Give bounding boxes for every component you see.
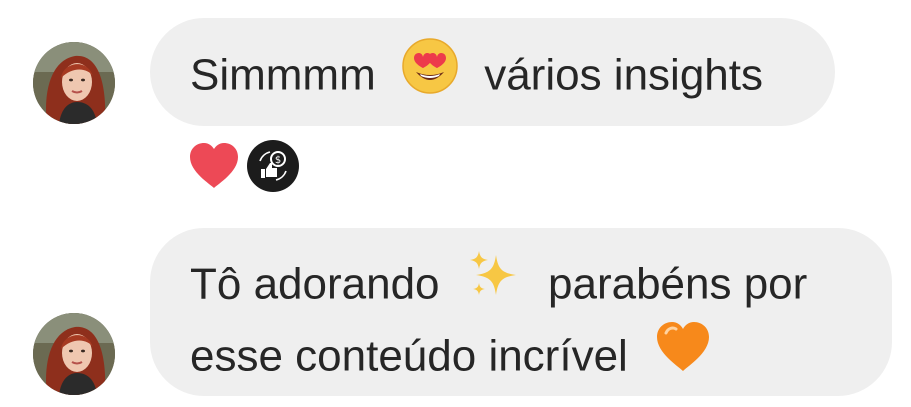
message-text: esse conteúdo incrível	[190, 331, 628, 381]
dm-thread: Simmmm vários insights $ Tô adorando par…	[0, 0, 911, 407]
sender-avatar[interactable]	[33, 42, 115, 124]
red-heart-reaction-icon	[190, 143, 238, 188]
avatar-portrait-icon	[33, 42, 115, 124]
orange-heart-emoji-icon	[654, 319, 712, 391]
message-line: Tô adorando parabéns por	[190, 251, 852, 323]
message-text: Simmmm	[190, 50, 376, 100]
avatar-portrait-icon	[33, 313, 115, 395]
message-text: parabéns por	[548, 259, 808, 309]
message-text: vários insights	[484, 50, 763, 100]
message-text: Tô adorando	[190, 259, 440, 309]
heart-eyes-emoji-icon	[402, 38, 458, 110]
message-bubble[interactable]: Simmmm vários insights	[150, 18, 835, 126]
sender-avatar[interactable]	[33, 313, 115, 395]
svg-text:$: $	[275, 155, 281, 166]
sparkles-emoji-icon	[466, 247, 522, 319]
message-line: esse conteúdo incrível	[190, 322, 852, 395]
message-bubble[interactable]: Tô adorando parabéns por esse conteúdo i…	[150, 228, 892, 396]
message-reactions[interactable]: $	[186, 138, 306, 194]
money-like-reaction-icon: $	[247, 140, 299, 192]
